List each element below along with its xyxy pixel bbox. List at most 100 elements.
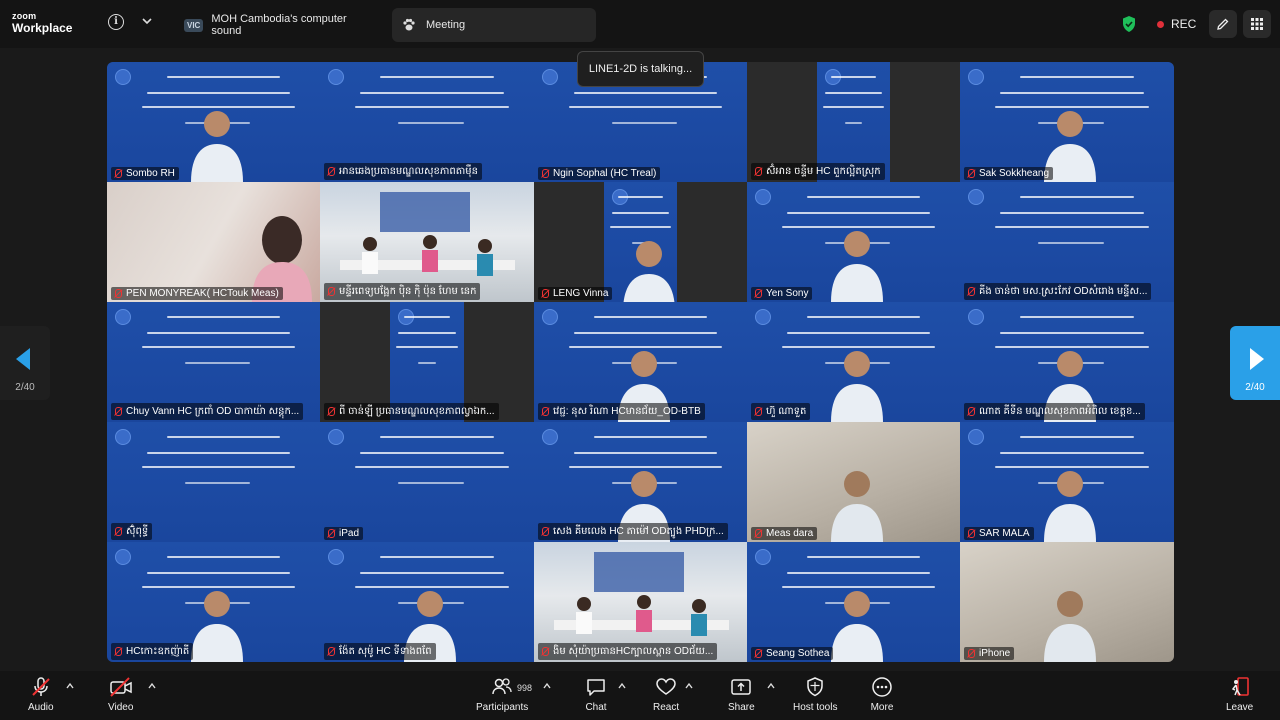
- participant-name: Meas dara: [751, 527, 818, 540]
- chevron-up-icon[interactable]: [542, 681, 552, 691]
- top-bar: zoom Workplace i VIC MOH Cambodia's comp…: [0, 0, 1280, 48]
- zoom-window: zoom Workplace i VIC MOH Cambodia's comp…: [0, 0, 1280, 720]
- participant-name: ស៊ំអាន ចន្ទីម HC ពួកល្អិតស្រុក: [751, 163, 885, 180]
- participant-tile[interactable]: ស៊ុំពុទ្ធី: [107, 422, 320, 542]
- participant-tile[interactable]: HCកោះឧកញ៉ាតី: [107, 542, 320, 662]
- info-icon[interactable]: i: [108, 14, 124, 30]
- mic-muted-icon: [753, 648, 762, 659]
- mic-muted-icon: [326, 166, 335, 177]
- tab-meeting[interactable]: Meeting: [392, 8, 596, 42]
- participant-name: Yen Sony: [751, 287, 813, 300]
- participant-tile[interactable]: Sombo RH: [107, 62, 320, 182]
- grid-icon: [1251, 18, 1263, 30]
- participant-tile[interactable]: ពី ចាន់ឡី ប្រធានមណ្ឌលសុខភាពល្វាឯក...: [320, 302, 534, 422]
- chevron-up-icon[interactable]: [617, 681, 627, 691]
- participant-name-text: ងិម សុំយ៉ាប្រធានHCក្បាលស្ពាន ODជ័យ...: [553, 646, 714, 657]
- participant-tile[interactable]: វេជ្ជ: នុស រិណា HCមានជ័យ_OD-BTB: [534, 302, 747, 422]
- leave-icon: [1231, 677, 1249, 696]
- view-grid-button[interactable]: [1243, 10, 1271, 38]
- participant-tile[interactable]: iPhone: [960, 542, 1174, 662]
- mic-muted-icon: [540, 168, 549, 179]
- mic-muted-icon: [326, 646, 335, 657]
- participant-name-text: Sak Sokkheang: [979, 168, 1050, 179]
- next-page-button[interactable]: 2/40: [1230, 326, 1280, 400]
- mic-muted-icon: [753, 406, 762, 417]
- participant-name-text: Chuy Vann HC ក្រពាំ OD បាកាយ៉ា សន្តុក...: [126, 406, 300, 417]
- participant-tile[interactable]: ណាត គីទីន មណ្ឌលសុខភាពអំពិល ខេត្តខ...: [960, 302, 1174, 422]
- participant-tile[interactable]: Yen Sony: [747, 182, 960, 302]
- previous-page-button[interactable]: 2/40: [0, 326, 50, 400]
- logo-line2: Workplace: [12, 21, 73, 35]
- share-button[interactable]: Share: [728, 676, 755, 716]
- shield-encrypted-icon[interactable]: [1121, 15, 1137, 33]
- share-label: Share: [728, 702, 755, 713]
- chevron-up-icon[interactable]: [147, 681, 157, 691]
- mic-muted-icon: [540, 406, 549, 417]
- participant-tile[interactable]: Meas dara: [747, 422, 960, 542]
- video-button[interactable]: Video: [108, 676, 133, 716]
- participant-name-text: មន្ទីរពេទ្យបង្អែក ប៉ិន ក៉ិ ប៉ុន ហែម នេក: [339, 286, 477, 297]
- participant-tile[interactable]: សេង គីមលេង HC តាម៉ៅ ODត្បូង PHDក្រ...: [534, 422, 747, 542]
- tab-computer-sound[interactable]: VIC MOH Cambodia's computer sound: [174, 8, 388, 42]
- recording-indicator[interactable]: REC: [1157, 17, 1196, 31]
- chevron-down-icon[interactable]: [140, 14, 154, 28]
- ministry-logo: [755, 189, 771, 205]
- participant-silhouette: [623, 241, 675, 302]
- participant-tile[interactable]: Sak Sokkheang: [960, 62, 1174, 182]
- participants-button[interactable]: Participants: [476, 676, 528, 716]
- arrow-right-icon: [1250, 348, 1264, 370]
- participant-tile[interactable]: អានឆេងប្រធានមណ្ឌលសុខភាពតាម៉ឺន: [320, 62, 534, 182]
- video-label: Video: [108, 702, 134, 713]
- participant-name-text: LENG Vinna: [553, 288, 609, 299]
- participant-tile[interactable]: Seang Sothea: [747, 542, 960, 662]
- participant-name: iPhone: [964, 647, 1015, 660]
- participant-name: វេជ្ជ: នុស រិណា HCមានជ័យ_OD-BTB: [538, 403, 705, 420]
- chevron-up-icon[interactable]: [65, 681, 75, 691]
- chevron-up-icon[interactable]: [684, 681, 694, 691]
- ministry-logo: [328, 549, 344, 565]
- participants-count: 998: [517, 683, 533, 693]
- mic-muted-icon: [966, 286, 975, 297]
- participant-tile[interactable]: Chuy Vann HC ក្រពាំ OD បាកាយ៉ា សន្តុក...: [107, 302, 320, 422]
- react-label: React: [653, 702, 680, 713]
- participant-tile[interactable]: LENG Vinna: [534, 182, 747, 302]
- chevron-up-icon[interactable]: [766, 681, 776, 691]
- mic-muted-icon: [326, 406, 335, 417]
- participant-tile[interactable]: ហ៊ួ ណាទួត: [747, 302, 960, 422]
- participant-name-text: iPad: [339, 528, 360, 539]
- participant-name: iPad: [324, 527, 364, 540]
- participant-name-text: អានឆេងប្រធានមណ្ឌលសុខភាពតាម៉ឺន: [339, 166, 478, 177]
- participant-tile[interactable]: ស៊ំអាន ចន្ទីម HC ពួកល្អិតស្រុក: [747, 62, 960, 182]
- chat-button[interactable]: Chat: [584, 676, 608, 716]
- participant-name-text: Sombo RH: [126, 168, 175, 179]
- participant-tile[interactable]: មន្ទីរពេទ្យបង្អែក ប៉ិន ក៉ិ ប៉ុន ហែម នេក: [320, 182, 534, 302]
- arrow-left-icon: [16, 348, 30, 370]
- host-tools-button[interactable]: Host tools: [793, 676, 837, 716]
- tab-label: MOH Cambodia's computer sound: [211, 13, 347, 37]
- participant-tile[interactable]: SAR MALA: [960, 422, 1174, 542]
- bottom-toolbar: Audio Video Participants 998 Chat React …: [0, 671, 1280, 720]
- leave-button[interactable]: Leave: [1226, 676, 1253, 716]
- mic-muted-icon: [966, 648, 975, 659]
- participant-name: Ngin Sophal (HC Treal): [538, 167, 661, 180]
- participant-tile[interactable]: គីង ចាន់ថា មស.ស្រះកែវ ODសំរោង មន្ទីស...: [960, 182, 1174, 302]
- more-button[interactable]: More: [870, 676, 894, 716]
- participant-tile[interactable]: iPad: [320, 422, 534, 542]
- annotate-button[interactable]: [1209, 10, 1237, 38]
- participant-tile[interactable]: ងិម សុំយ៉ាប្រធានHCក្បាលស្ពាន ODជ័យ...: [534, 542, 747, 662]
- participant-tile[interactable]: ង៉ែត សុម៉ូ HC ទីទាងពពែ: [320, 542, 534, 662]
- participant-silhouette: [191, 591, 243, 662]
- mic-muted-icon: [113, 288, 122, 299]
- participant-name: Seang Sothea: [751, 647, 834, 660]
- participant-name: គីង ចាន់ថា មស.ស្រះកែវ ODសំរោង មន្ទីស...: [964, 283, 1152, 300]
- participant-name-text: Ngin Sophal (HC Treal): [553, 168, 657, 179]
- participant-name-text: PEN MONYREAK( HCTouk Meas): [126, 288, 279, 299]
- mic-muted-icon: [966, 528, 975, 539]
- react-button[interactable]: React: [653, 676, 679, 716]
- audio-button[interactable]: Audio: [28, 676, 54, 716]
- mic-muted-icon: [113, 646, 122, 657]
- participant-tile[interactable]: PEN MONYREAK( HCTouk Meas): [107, 182, 320, 302]
- participant-name: ស៊ុំពុទ្ធី: [111, 523, 153, 540]
- participant-silhouette: [191, 111, 243, 182]
- participants-label: Participants: [476, 702, 529, 713]
